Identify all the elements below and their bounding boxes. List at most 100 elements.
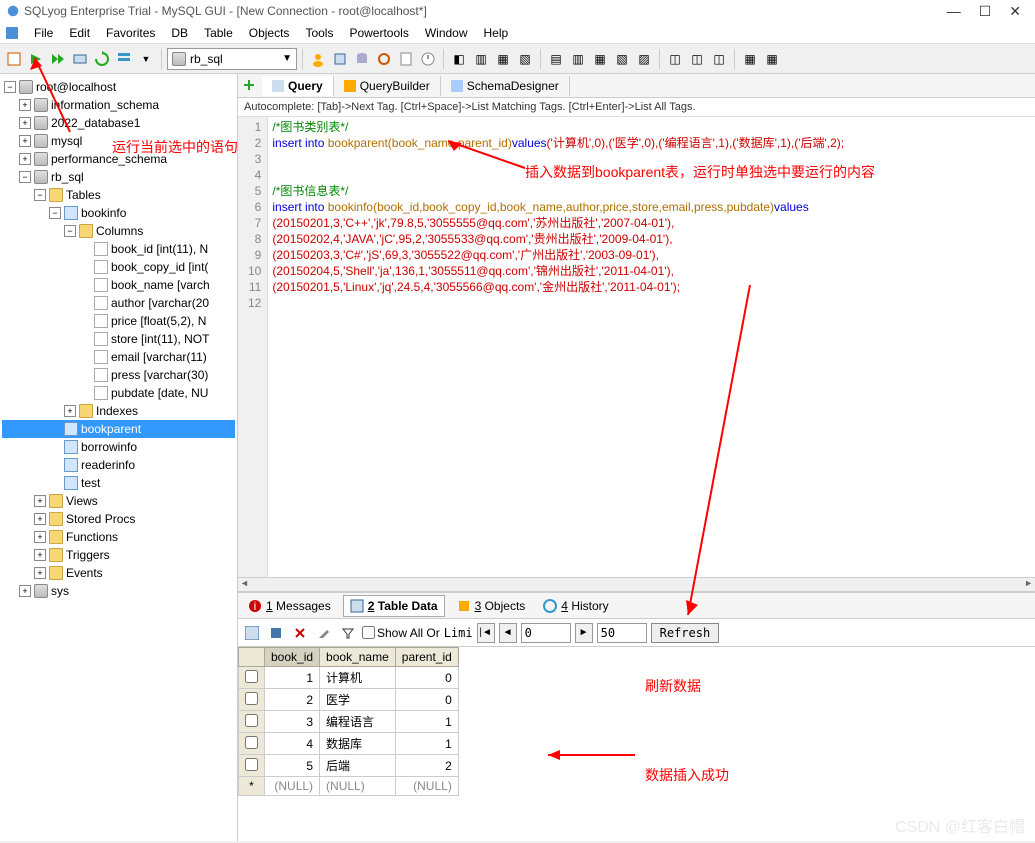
tool-misc1-icon[interactable]: ◧ bbox=[449, 49, 469, 69]
tree-toggle-icon[interactable]: − bbox=[64, 225, 76, 237]
rtab-messages[interactable]: i1 Messages bbox=[242, 596, 337, 616]
row-checkbox[interactable] bbox=[245, 736, 258, 749]
close-button[interactable]: ✕ bbox=[1009, 3, 1021, 20]
rtab-tabledata[interactable]: 2 Table Data bbox=[343, 595, 445, 617]
tool-grp5-icon[interactable]: ▨ bbox=[634, 49, 654, 69]
tree-toggle-icon[interactable]: + bbox=[19, 153, 31, 165]
tree-toggle-icon[interactable]: + bbox=[19, 135, 31, 147]
tree-toggle-icon[interactable]: + bbox=[64, 405, 76, 417]
tool-misc2-icon[interactable]: ▥ bbox=[471, 49, 491, 69]
tree-node-2022-database1[interactable]: +2022_database1 bbox=[2, 114, 235, 132]
maximize-button[interactable]: ☐ bbox=[979, 3, 992, 20]
limit-to-input[interactable] bbox=[597, 623, 647, 643]
object-browser-tree[interactable]: −root@localhost +information_schema+2022… bbox=[0, 74, 238, 841]
tree-node-mysql[interactable]: +mysql bbox=[2, 132, 235, 150]
tree-toggle-icon[interactable]: + bbox=[19, 99, 31, 111]
table-row[interactable]: 5后端2 bbox=[239, 755, 459, 777]
tree-node-readerinfo[interactable]: readerinfo bbox=[2, 456, 235, 474]
tree-node-events[interactable]: +Events bbox=[2, 564, 235, 582]
tool-grp6-icon[interactable]: ◫ bbox=[665, 49, 685, 69]
table-row[interactable]: 1计算机0 bbox=[239, 667, 459, 689]
execute-explain-icon[interactable] bbox=[70, 49, 90, 69]
menu-powertools[interactable]: Powertools bbox=[341, 24, 416, 42]
database-selector[interactable]: rb_sql ▼ bbox=[167, 48, 297, 70]
tree-node-indexes[interactable]: +Indexes bbox=[2, 402, 235, 420]
sql-editor[interactable]: 123456789101112 /*图书类别表*/insert into boo… bbox=[238, 117, 1035, 577]
tool-schedule-icon[interactable] bbox=[418, 49, 438, 69]
execute-query-icon[interactable] bbox=[26, 49, 46, 69]
tree-node-bookparent[interactable]: bookparent bbox=[2, 420, 235, 438]
rtab-history[interactable]: 4 History bbox=[537, 596, 614, 616]
tab-query[interactable]: Query bbox=[262, 76, 334, 96]
tree-node-press-varchar-30-[interactable]: press [varchar(30) bbox=[2, 366, 235, 384]
table-row[interactable]: 3编程语言1 bbox=[239, 711, 459, 733]
tree-toggle-icon[interactable]: + bbox=[34, 513, 46, 525]
row-checkbox[interactable] bbox=[245, 714, 258, 727]
tree-toggle-icon[interactable]: + bbox=[34, 495, 46, 507]
refresh-icon[interactable] bbox=[92, 49, 112, 69]
menu-objects[interactable]: Objects bbox=[241, 24, 298, 42]
tool-grp8-icon[interactable]: ◫ bbox=[709, 49, 729, 69]
row-checkbox[interactable] bbox=[245, 692, 258, 705]
execute-all-icon[interactable] bbox=[48, 49, 68, 69]
row-checkbox[interactable] bbox=[245, 670, 258, 683]
tree-node-rb-sql[interactable]: −rb_sql bbox=[2, 168, 235, 186]
tree-root[interactable]: −root@localhost bbox=[2, 78, 235, 96]
table-row-new[interactable]: *(NULL)(NULL)(NULL) bbox=[239, 777, 459, 796]
tree-node-views[interactable]: +Views bbox=[2, 492, 235, 510]
menu-file[interactable]: File bbox=[26, 24, 61, 42]
nav-first-icon[interactable]: |◄ bbox=[477, 623, 495, 643]
tool-misc3-icon[interactable]: ▦ bbox=[493, 49, 513, 69]
refresh-button[interactable]: Refresh bbox=[651, 623, 720, 643]
tool-grp4-icon[interactable]: ▧ bbox=[612, 49, 632, 69]
new-tab-icon[interactable] bbox=[242, 78, 258, 94]
tool-grp2-icon[interactable]: ▥ bbox=[568, 49, 588, 69]
menu-help[interactable]: Help bbox=[476, 24, 517, 42]
toolbar-chevron-icon[interactable]: ▼ bbox=[136, 49, 156, 69]
menu-db[interactable]: DB bbox=[163, 24, 196, 42]
tree-toggle-icon[interactable]: − bbox=[19, 171, 31, 183]
tree-toggle-icon[interactable]: + bbox=[34, 567, 46, 579]
minimize-button[interactable]: — bbox=[947, 3, 961, 20]
limit-from-input[interactable] bbox=[521, 623, 571, 643]
tool-users-icon[interactable] bbox=[308, 49, 328, 69]
tree-node-performance-schema[interactable]: +performance_schema bbox=[2, 150, 235, 168]
tree-node-email-varchar-11-[interactable]: email [varchar(11) bbox=[2, 348, 235, 366]
tree-node-borrowinfo[interactable]: borrowinfo bbox=[2, 438, 235, 456]
rtab-objects[interactable]: 3 Objects bbox=[451, 596, 532, 616]
editor-horizontal-scrollbar[interactable] bbox=[238, 577, 1035, 591]
result-grid[interactable]: book_idbook_nameparent_id1计算机02医学03编程语言1… bbox=[238, 647, 1035, 841]
table-row[interactable]: 4数据库1 bbox=[239, 733, 459, 755]
tree-node-bookinfo[interactable]: −bookinfo bbox=[2, 204, 235, 222]
format-icon[interactable] bbox=[114, 49, 134, 69]
show-all-checkbox[interactable]: Show All Or bbox=[362, 626, 440, 640]
tree-node-sys[interactable]: +sys bbox=[2, 582, 235, 600]
tree-node-pubdate-date-nu[interactable]: pubdate [date, NU bbox=[2, 384, 235, 402]
tool-backup-icon[interactable] bbox=[352, 49, 372, 69]
tree-node-test[interactable]: test bbox=[2, 474, 235, 492]
tool-sync-icon[interactable] bbox=[374, 49, 394, 69]
row-checkbox[interactable] bbox=[245, 758, 258, 771]
editor-code[interactable]: /*图书类别表*/insert into bookparent(book_nam… bbox=[268, 117, 848, 577]
tool-grp1-icon[interactable]: ▤ bbox=[546, 49, 566, 69]
tree-node-columns[interactable]: −Columns bbox=[2, 222, 235, 240]
grid-delete-icon[interactable] bbox=[290, 623, 310, 643]
tree-node-book-id-int-11-n[interactable]: book_id [int(11), N bbox=[2, 240, 235, 258]
tool-grp7-icon[interactable]: ◫ bbox=[687, 49, 707, 69]
grid-save-icon[interactable] bbox=[266, 623, 286, 643]
tree-toggle-icon[interactable]: + bbox=[19, 117, 31, 129]
tree-node-author-varchar-20[interactable]: author [varchar(20 bbox=[2, 294, 235, 312]
tree-node-triggers[interactable]: +Triggers bbox=[2, 546, 235, 564]
tree-node-book-copy-id-int-[interactable]: book_copy_id [int( bbox=[2, 258, 235, 276]
new-connection-icon[interactable] bbox=[4, 49, 24, 69]
tree-node-stored-procs[interactable]: +Stored Procs bbox=[2, 510, 235, 528]
nav-prev-icon[interactable]: ◄ bbox=[499, 623, 517, 643]
tree-node-book-name-varch[interactable]: book_name [varch bbox=[2, 276, 235, 294]
tree-node-store-int-11-not[interactable]: store [int(11), NOT bbox=[2, 330, 235, 348]
tool-grp3-icon[interactable]: ▦ bbox=[590, 49, 610, 69]
tab-schemadesigner[interactable]: SchemaDesigner bbox=[441, 76, 570, 96]
tree-toggle-icon[interactable]: + bbox=[34, 531, 46, 543]
tree-node-functions[interactable]: +Functions bbox=[2, 528, 235, 546]
grid-edit-icon[interactable] bbox=[314, 623, 334, 643]
tree-toggle-icon[interactable]: − bbox=[34, 189, 46, 201]
